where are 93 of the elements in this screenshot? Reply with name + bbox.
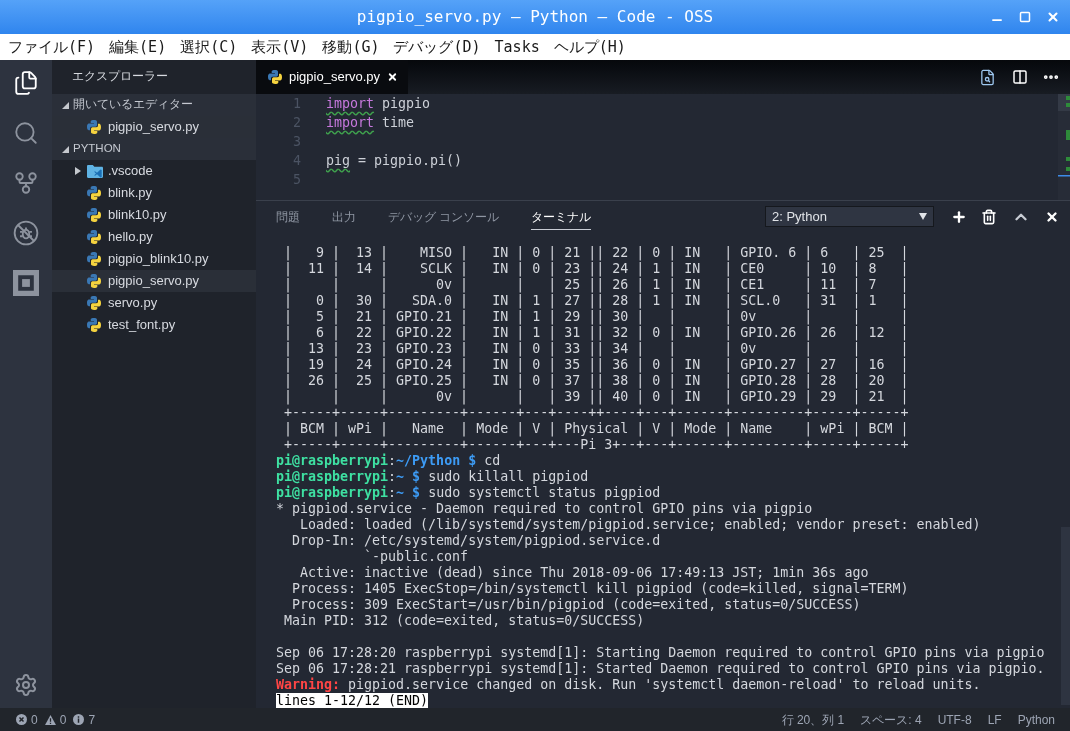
terminal-line: Sep 06 17:28:20 raspberrypi systemd[1]: Starting Daemon required to control GPIO pins via pigpio — [276, 645, 1045, 661]
terminal-line: | 6 | 22 | GPIO.22 | IN | 1 | 31 || 32 | 0 | IN | GPIO.26 | 26 | 12 | — [283, 325, 909, 341]
terminal-line: | 19 | 24 | GPIO.24 | IN | 0 | 35 || 36 | 0 | IN | GPIO.27 | 27 | 16 | — [283, 357, 909, 373]
python-icon — [87, 120, 101, 134]
section-header[interactable]: 開いているエディター — [52, 94, 256, 116]
folder-icon — [87, 164, 103, 178]
terminal-line: | | | 0v | | | 25 || 26 | 1 | IN | CE1 | 11 | 7 | — [283, 277, 909, 293]
problem-count: 0 — [31, 711, 38, 729]
menu-item[interactable]: Tasks — [494, 35, 540, 59]
terminal-line: Active: inactive (dead) since Thu 2018-09-06 17:49:13 JST; 1min 36s ago — [299, 565, 869, 581]
code-line: import pigpio — [326, 95, 431, 113]
file-item[interactable]: blink.py — [52, 182, 256, 204]
line-ending-label[interactable]: LF — [987, 710, 1002, 729]
menu-item[interactable]: 編集(E) — [109, 35, 167, 59]
terminal-line: | 9 | 13 | MISO | IN | 0 | 21 || 22 | 0 | IN | GPIO. 6 | 6 | 25 | — [283, 245, 909, 261]
window-title: pigpio_servo.py — Python — Code - OSS — [356, 6, 714, 28]
terminal-line: Process: 1405 ExecStop=/bin/systemctl kill pigpiod (code=killed, signal=TERM) — [291, 581, 909, 597]
close-icon[interactable] — [1045, 209, 1059, 224]
section-header[interactable]: PYTHON — [52, 138, 256, 160]
python-icon — [87, 296, 101, 310]
fork-icon[interactable] — [13, 170, 39, 196]
terminal-line: | 13 | 23 | GPIO.23 | IN | 0 | 33 || 34 | | | 0v | | | — [283, 341, 909, 357]
explorer-title: エクスプローラー — [72, 69, 168, 85]
error-icon — [16, 714, 27, 725]
terminal-line: `-public.conf — [363, 549, 469, 565]
python-icon — [87, 318, 101, 332]
terminal-line: pi@raspberrypi:~/Python $ cd — [276, 453, 501, 469]
terminal-line: pi@raspberrypi:~ $ sudo systemctl status pigpiod — [276, 485, 661, 501]
terminal-line: +-----+-----+---------+------+---+----++----+---+------+---------+-----+-----+ — [283, 405, 909, 421]
terminal-line: Drop-In: /etc/systemd/system/pigpiod.service.d — [291, 533, 661, 549]
menu-item[interactable]: ファイル(F) — [8, 35, 96, 59]
file-item[interactable]: test_font.py — [52, 314, 256, 336]
file-item[interactable]: hello.py — [52, 226, 256, 248]
menu-item[interactable]: ヘルプ(H) — [553, 35, 626, 59]
terminal-line: Warning: pigpiod.service changed on disk. Run 'systemctl daemon-reload' to reload units. — [276, 677, 981, 693]
cursor-position[interactable]: 行 20、列 1 — [781, 710, 845, 729]
python-icon — [268, 70, 282, 84]
problem-count: 0 — [59, 711, 67, 729]
terminal-line: Process: 309 ExecStart=/usr/bin/pigpiod (code=exited, status=0/SUCCESS) — [291, 597, 861, 613]
file-item[interactable]: blink10.py — [52, 204, 256, 226]
code-line: import time — [326, 114, 415, 132]
python-icon — [87, 230, 101, 244]
terminal-line: | 26 | 25 | GPIO.25 | IN | 0 | 37 || 38 | 0 | IN | GPIO.28 | 28 | 20 | — [283, 373, 909, 389]
panel-tab[interactable]: ターミナル — [531, 203, 592, 230]
nested-squares-icon[interactable] — [13, 270, 39, 296]
plus-icon[interactable] — [951, 208, 967, 225]
python-icon — [87, 186, 101, 200]
file-item[interactable]: pigpio_servo.py — [52, 116, 256, 138]
terminal-line: Sep 06 17:28:21 raspberrypi systemd[1]: Started Daemon required to control GPIO pins via pigpio. — [276, 661, 1045, 677]
file-search-icon[interactable] — [979, 68, 996, 86]
pager-status: lines 1-12/12 (END) — [276, 693, 429, 708]
menu-item[interactable]: デバッグ(D) — [393, 35, 481, 59]
terminal-line: | BCM | wPi | Name | Mode | V | Physical | V | Mode | Name | wPi | BCM | — [283, 421, 909, 437]
terminal-line: +-----+-----+---------+------+---+---Pi 3+--+---+------+---------+-----+-----+ — [283, 437, 909, 453]
terminal-line: | 0 | 30 | SDA.0 | IN | 1 | 27 || 28 | 1 | IN | SCL.0 | 31 | 1 | — [283, 293, 909, 309]
file-item[interactable]: pigpio_servo.py — [52, 270, 256, 292]
file-item[interactable]: servo.py — [52, 292, 256, 314]
terminal-line: | 11 | 14 | SCLK | IN | 0 | 23 || 24 | 1 | IN | CE0 | 10 | 8 | — [283, 261, 909, 277]
terminal-line: Loaded: loaded (/lib/systemd/system/pigpiod.service; enabled; vendor preset: enabled) — [299, 517, 981, 533]
python-icon — [87, 252, 101, 266]
caret-down-icon — [919, 213, 927, 220]
file-item[interactable]: pigpio_blink10.py — [52, 248, 256, 270]
encoding-label[interactable]: UTF-8 — [937, 710, 972, 729]
search-icon[interactable] — [13, 120, 39, 146]
python-icon — [87, 274, 101, 288]
terminal-line: | | | 0v | | | 39 || 40 | 0 | IN | GPIO.29 | 29 | 21 | — [283, 389, 909, 405]
problems-button[interactable]: 0 0 7 — [16, 710, 96, 729]
menu-item[interactable]: 表示(V) — [251, 35, 309, 59]
python-icon — [87, 208, 101, 222]
menu-item[interactable]: 選択(C) — [180, 35, 238, 59]
files-icon[interactable] — [13, 70, 39, 96]
terminal-line: Main PID: 312 (code=exited, status=0/SUCCESS) — [283, 613, 645, 629]
columns-icon[interactable] — [1012, 69, 1028, 85]
terminal-line: * pigpiod.service - Daemon required to control GPIO pins via pigpio — [276, 501, 813, 517]
maximize-icon[interactable] — [1019, 11, 1031, 23]
terminal-select[interactable]: 2: Python — [765, 206, 934, 227]
close-icon[interactable] — [387, 71, 398, 83]
panel-tab[interactable]: デバッグ コンソール — [388, 203, 500, 230]
menu-item[interactable]: 移動(G) — [322, 35, 380, 59]
file-item[interactable]: .vscode — [52, 160, 256, 182]
panel-tab[interactable]: 出力 — [332, 203, 356, 230]
language-mode[interactable]: Python — [1017, 710, 1055, 729]
crossed-out-bug-icon[interactable] — [13, 220, 39, 246]
info-icon — [73, 714, 85, 725]
terminal-line: | 5 | 21 | GPIO.21 | IN | 1 | 29 || 30 | | | 0v | | | — [283, 309, 909, 325]
warning-icon — [44, 714, 56, 725]
indentation-setting[interactable]: スペース: 4 — [860, 710, 922, 729]
settings-icon[interactable] — [14, 673, 38, 697]
terminal-line: pi@raspberrypi:~ $ sudo killall pigpiod — [276, 469, 589, 485]
trash-icon[interactable] — [981, 208, 997, 225]
code-line: pig = pigpio.pi() — [326, 152, 463, 170]
panel-tab[interactable]: 問題 — [276, 203, 300, 230]
problem-count: 7 — [88, 711, 96, 729]
